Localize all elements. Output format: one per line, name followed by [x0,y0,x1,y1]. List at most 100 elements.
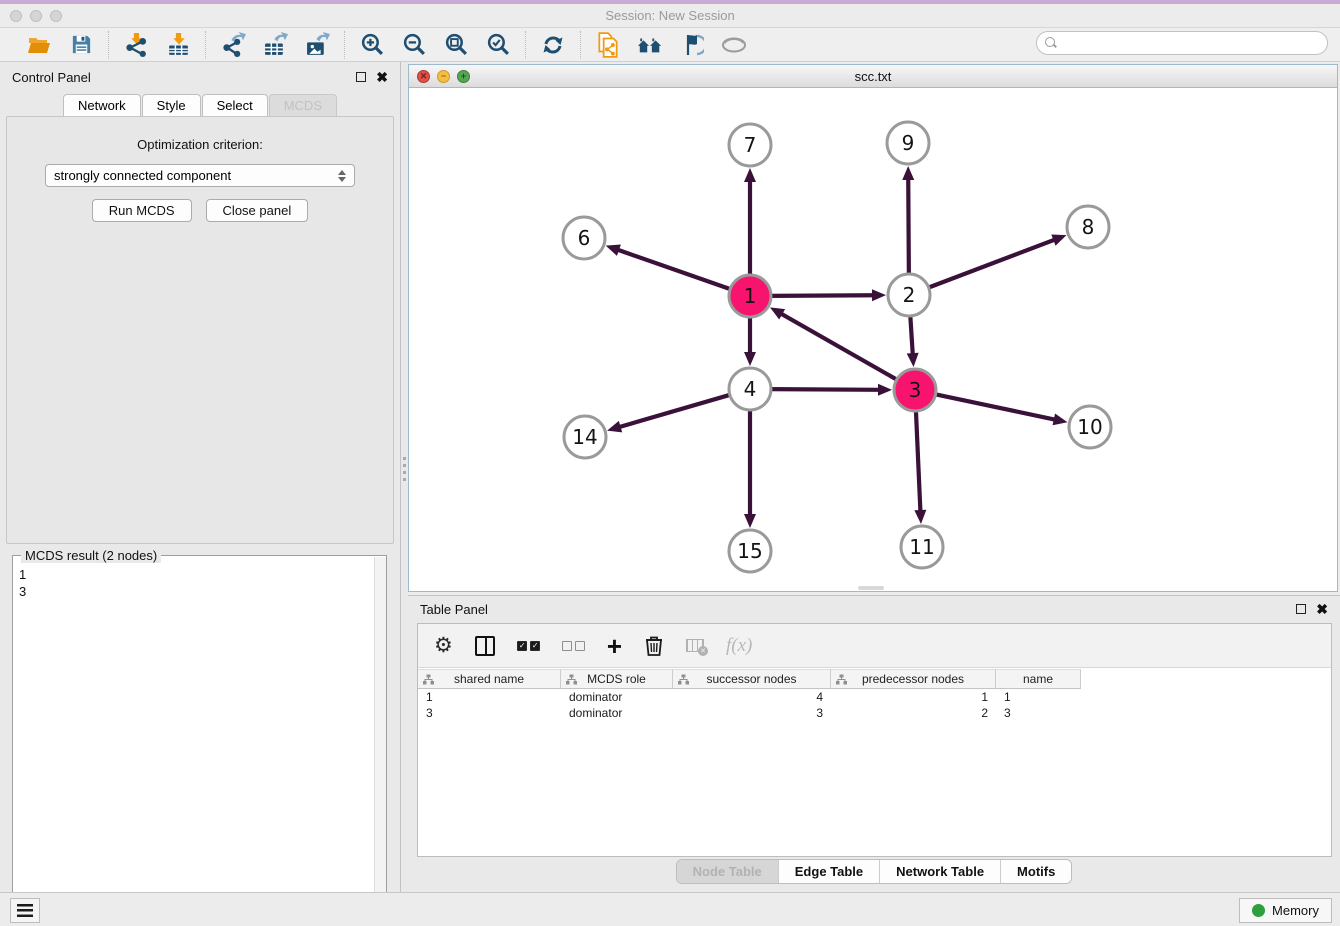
export-image-icon[interactable] [304,32,330,58]
network-graph[interactable]: 7968124314101511 [409,88,1337,591]
arrowhead-icon [914,510,926,524]
column-header-successor-nodes[interactable]: successor nodes [673,669,831,689]
column-header-name[interactable]: name [996,669,1081,689]
list-icon [17,904,33,917]
network-frame-titlebar[interactable]: ✕ − + scc.txt [409,65,1337,88]
graph-node-label: 15 [737,539,762,563]
task-history-button[interactable] [10,898,40,923]
network-view-frame: ✕ − + scc.txt 7968124314101511 [408,64,1338,592]
close-panel-button[interactable]: Close panel [206,199,309,222]
tab-network[interactable]: Network [63,94,141,116]
table-cell[interactable]: 2 [831,705,996,721]
tab-node-table[interactable]: Node Table [677,860,779,883]
search-input[interactable] [1062,33,1327,53]
table-panel: Table Panel ✖ ⚙ + f(x) shared nameMCDS r… [408,595,1340,892]
zoom-out-icon[interactable] [401,32,427,58]
tab-network-table[interactable]: Network Table [880,860,1001,883]
table-cell[interactable]: dominator [561,689,673,705]
import-table-icon[interactable] [165,32,191,58]
columns-icon[interactable] [475,633,495,659]
control-panel-title: Control Panel [12,70,356,85]
flag-icon[interactable] [679,32,705,58]
tab-style[interactable]: Style [142,94,201,116]
table-cell[interactable]: 3 [418,705,561,721]
delete-table-icon[interactable] [686,633,704,659]
canvas-grip[interactable] [858,586,884,590]
run-mcds-button[interactable]: Run MCDS [92,199,192,222]
table-cell[interactable]: 1 [418,689,561,705]
open-icon[interactable] [26,32,52,58]
table-cell[interactable]: 3 [996,705,1081,721]
export-table-icon[interactable] [262,32,288,58]
add-icon[interactable]: + [607,633,622,659]
eye-icon[interactable] [721,32,747,58]
edge-4-3[interactable] [769,389,880,390]
arrowhead-icon [907,353,919,367]
edge-3-1[interactable] [780,313,898,380]
function-icon[interactable]: f(x) [726,633,752,659]
panel-split-divider[interactable] [401,62,408,892]
float-panel-icon[interactable] [356,72,366,82]
optimization-criterion-label: Optimization criterion: [7,137,393,152]
criterion-select[interactable]: strongly connected component [45,164,355,187]
graph-node-label: 10 [1077,415,1102,439]
edge-1-6[interactable] [617,250,732,290]
graph-node-label: 11 [909,535,934,559]
edge-3-11[interactable] [916,409,921,512]
table-cell[interactable]: 1 [996,689,1081,705]
column-header-shared-name[interactable]: shared name [418,669,561,689]
application-window: Session: New Session [0,0,1340,926]
node-table[interactable]: shared nameMCDS rolesuccessor nodesprede… [418,669,1331,856]
arrowhead-icon [744,514,756,528]
tab-motifs[interactable]: Motifs [1001,860,1071,883]
memory-button[interactable]: Memory [1239,898,1332,923]
graph-node-label: 6 [578,226,591,250]
column-header-MCDS-role[interactable]: MCDS role [561,669,673,689]
float-table-panel-icon[interactable] [1296,604,1306,614]
table-row[interactable]: 3dominator323 [418,705,1331,721]
zoom-fit-icon[interactable] [443,32,469,58]
table-panel-title: Table Panel [420,602,1296,617]
edge-2-3[interactable] [910,314,913,355]
refresh-icon[interactable] [540,32,566,58]
trash-icon[interactable] [644,633,664,659]
edge-1-2[interactable] [769,295,874,296]
home-icon[interactable] [637,32,663,58]
gear-icon[interactable]: ⚙ [434,633,453,659]
close-panel-icon[interactable]: ✖ [376,72,388,82]
arrowhead-icon [606,245,621,256]
search-box [1036,31,1328,55]
zoom-in-icon[interactable] [359,32,385,58]
deselect-all-icon[interactable] [562,633,585,659]
import-network-icon[interactable] [123,32,149,58]
save-icon[interactable] [68,32,94,58]
edge-3-10[interactable] [934,394,1056,420]
tab-edge-table[interactable]: Edge Table [779,860,880,883]
table-toolbar: ⚙ + f(x) [418,624,1331,668]
close-table-panel-icon[interactable]: ✖ [1316,604,1328,614]
table-row[interactable]: 1dominator411 [418,689,1331,705]
export-network-icon[interactable] [220,32,246,58]
network-from-file-icon[interactable] [595,32,621,58]
table-cell[interactable]: 4 [673,689,831,705]
graph-node-label: 14 [572,425,597,449]
table-cell[interactable]: 1 [831,689,996,705]
edge-2-8[interactable] [927,239,1056,288]
zoom-selected-icon[interactable] [485,32,511,58]
table-header-row: shared nameMCDS rolesuccessor nodesprede… [418,669,1331,689]
table-cell[interactable]: dominator [561,705,673,721]
network-canvas[interactable]: 7968124314101511 [409,88,1337,591]
arrowhead-icon [1051,235,1066,246]
memory-status-icon [1252,904,1265,917]
select-all-icon[interactable] [517,633,540,659]
edge-2-9[interactable] [908,178,909,276]
result-scrollbar[interactable] [374,557,386,926]
arrowhead-icon [878,384,892,396]
table-cell[interactable]: 3 [673,705,831,721]
edge-4-14[interactable] [619,394,732,427]
tab-select[interactable]: Select [202,94,268,116]
column-header-predecessor-nodes[interactable]: predecessor nodes [831,669,996,689]
mcds-result-text[interactable]: 1 3 [13,560,373,926]
tab-mcds[interactable]: MCDS [269,94,337,116]
mcds-panel: Optimization criterion: strongly connect… [6,116,394,544]
